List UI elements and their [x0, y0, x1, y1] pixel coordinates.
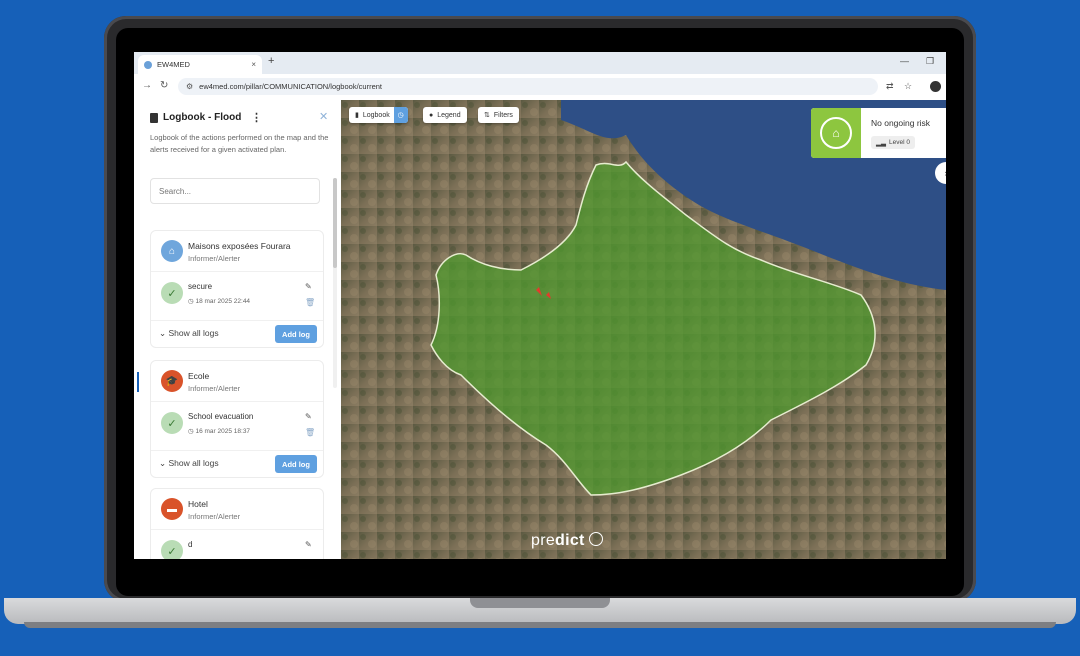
card-subtitle: Informer/Alerter [188, 254, 241, 263]
browser-tabbar: EW4MED × + — ❐ [134, 52, 946, 74]
map-view[interactable]: ▮ Logbook ◷ ● Legend ⇅ Filters ⌂ No ongo… [341, 100, 946, 559]
legend-button[interactable]: ● Legend [423, 107, 467, 123]
log-entry: ✓ School evacuation ◷ 16 mar 2025 18:37 … [151, 401, 323, 450]
tab-title: EW4MED [157, 60, 190, 69]
risk-level-badge: ▂▃ Level 0 [871, 136, 915, 149]
brand-bold: dict [555, 532, 585, 549]
trash-icon[interactable]: 🗑 [305, 298, 315, 307]
risk-status-panel[interactable]: ⌂ No ongoing risk ▂▃ Level 0 [811, 108, 946, 158]
show-all-logs-toggle[interactable]: ⌄ Show all logs [159, 458, 219, 469]
laptop-notch [470, 598, 610, 608]
log-title: School evacuation [188, 412, 254, 421]
card-title: Hotel [188, 499, 208, 509]
sidebar-description: Logbook of the actions performed on the … [150, 133, 329, 154]
log-entry: ✓ d ✎ [151, 529, 323, 559]
site-settings-icon[interactable]: ⚙ [186, 82, 193, 91]
filters-button-label: Filters [493, 111, 513, 119]
bookmark-star-icon[interactable]: ☆ [904, 81, 912, 92]
logbook-button-label: Logbook [362, 111, 390, 119]
risk-title: No ongoing risk [871, 118, 931, 128]
filter-icon: ⇅ [484, 112, 490, 119]
url-text: ew4med.com/pillar/COMMUNICATION/logbook/… [199, 82, 382, 91]
graduation-cap-icon: 🎓 [161, 370, 183, 392]
legend-icon: ● [429, 111, 434, 119]
card-header[interactable]: ⌂ Maisons exposées Fourara Informer/Aler… [151, 231, 323, 271]
card-title: Ecole [188, 371, 210, 381]
clock-icon[interactable]: ◷ [393, 107, 408, 123]
edit-icon[interactable]: ✎ [305, 412, 312, 421]
translate-icon[interactable]: ⇄ [886, 81, 894, 92]
add-log-button[interactable]: Add log [275, 455, 317, 473]
check-icon: ✓ [161, 282, 183, 304]
edit-icon[interactable]: ✎ [305, 282, 312, 291]
check-icon: ✓ [161, 540, 183, 559]
profile-avatar[interactable] [930, 81, 941, 92]
active-indicator [137, 372, 139, 392]
log-date: ◷ 16 mar 2025 18:37 [188, 428, 251, 435]
card-subtitle: Informer/Alerter [188, 512, 241, 521]
minimize-button[interactable]: — [900, 56, 909, 66]
logbook-button[interactable]: ▮ Logbook ◷ [349, 107, 408, 123]
browser-addressbar: → ↻ ⚙ ew4med.com/pillar/COMMUNICATION/lo… [134, 74, 946, 101]
show-all-logs-toggle[interactable]: ⌄ Show all logs [159, 328, 219, 339]
show-all-row: ⌄ Show all logs Add log [151, 450, 323, 477]
screen: EW4MED × + — ❐ → ↻ ⚙ ew4med.com/pillar/C… [134, 52, 946, 559]
card-header[interactable]: 🎓 Ecole Informer/Alerter [151, 361, 323, 401]
card-title: Maisons exposées Fourara [188, 241, 291, 251]
house-icon: ⌂ [161, 240, 183, 262]
log-date: ◷ 18 mar 2025 22:44 [188, 298, 251, 305]
brand-ring-icon [588, 532, 603, 546]
risk-status-icon: ⌂ [811, 108, 861, 158]
map-canvas[interactable] [341, 100, 946, 559]
tab-close-button[interactable]: × [251, 60, 256, 69]
new-tab-button[interactable]: + [268, 55, 274, 67]
restore-button[interactable]: ❐ [926, 56, 934, 67]
house-icon: ⌂ [820, 117, 852, 149]
add-log-button[interactable]: Add log [275, 325, 317, 343]
show-all-logs-label: Show all logs [168, 328, 219, 338]
browser-tab[interactable]: EW4MED × [138, 55, 262, 74]
sidebar-header: Logbook - Flood [150, 112, 241, 123]
log-date-text: 16 mar 2025 18:37 [195, 428, 251, 435]
favicon-icon [144, 60, 152, 69]
edit-icon[interactable]: ✎ [305, 540, 312, 549]
logbook-card[interactable]: ▬ Hotel Informer/Alerter ✓ d ✎ [150, 488, 324, 559]
card-header[interactable]: ▬ Hotel Informer/Alerter [151, 489, 323, 529]
logbook-sidebar: Logbook - Flood ⋮ ✕ Logbook of the actio… [134, 100, 342, 559]
show-all-row: ⌄ Show all logs Add log [151, 320, 323, 347]
trash-icon[interactable]: 🗑 [305, 428, 315, 437]
filters-button[interactable]: ⇅ Filters [478, 107, 519, 123]
logbook-icon [150, 112, 158, 123]
search-input[interactable] [150, 178, 320, 204]
signal-icon: ▂▃ [876, 139, 886, 147]
log-entry: ✓ secure ◷ 18 mar 2025 22:44 ✎ 🗑 [151, 271, 323, 320]
brand-pre: pre [531, 532, 556, 549]
url-field[interactable]: ⚙ ew4med.com/pillar/COMMUNICATION/logboo… [178, 78, 878, 95]
log-title: d [188, 540, 193, 549]
close-icon[interactable]: ✕ [319, 110, 328, 123]
logbook-card[interactable]: ⌂ Maisons exposées Fourara Informer/Aler… [150, 230, 324, 348]
bed-icon: ▬ [161, 498, 183, 520]
forward-arrow-icon[interactable]: → [142, 80, 152, 91]
log-date-text: 18 mar 2025 22:44 [195, 298, 251, 305]
reload-icon[interactable]: ↻ [160, 80, 168, 91]
logbook-card[interactable]: 🎓 Ecole Informer/Alerter ✓ School evacua… [150, 360, 324, 478]
log-title: secure [188, 282, 213, 291]
risk-level-label: Level 0 [889, 139, 910, 146]
check-icon: ✓ [161, 412, 183, 434]
scrollbar-thumb[interactable] [333, 178, 337, 268]
logbook-icon: ▮ [355, 112, 359, 119]
sidebar-title: Logbook - Flood [163, 112, 242, 123]
more-options-icon[interactable]: ⋮ [251, 111, 262, 124]
card-subtitle: Informer/Alerter [188, 384, 241, 393]
laptop-base-edge [24, 622, 1056, 628]
predict-logo: predict [531, 532, 603, 550]
show-all-logs-label: Show all logs [168, 458, 219, 468]
legend-button-label: Legend [437, 111, 461, 119]
